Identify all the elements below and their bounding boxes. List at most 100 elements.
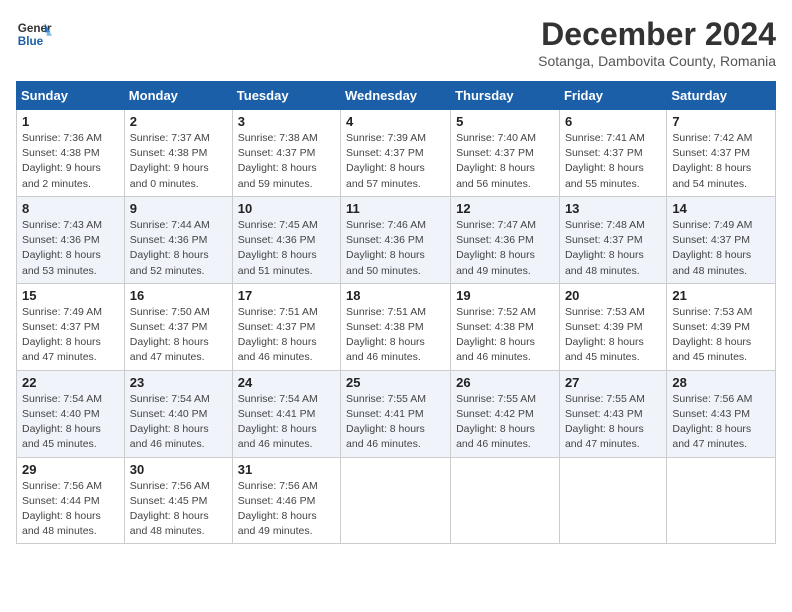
day-info: Sunrise: 7:44 AM Sunset: 4:36 PM Dayligh… — [130, 218, 227, 279]
day-info: Sunrise: 7:53 AM Sunset: 4:39 PM Dayligh… — [565, 305, 661, 366]
day-info: Sunrise: 7:54 AM Sunset: 4:41 PM Dayligh… — [238, 392, 335, 453]
day-number: 3 — [238, 114, 335, 129]
day-info: Sunrise: 7:42 AM Sunset: 4:37 PM Dayligh… — [672, 131, 770, 192]
title-block: December 2024 Sotanga, Dambovita County,… — [538, 16, 776, 69]
day-info: Sunrise: 7:49 AM Sunset: 4:37 PM Dayligh… — [22, 305, 119, 366]
day-number: 13 — [565, 201, 661, 216]
day-info: Sunrise: 7:36 AM Sunset: 4:38 PM Dayligh… — [22, 131, 119, 192]
calendar-cell: 31Sunrise: 7:56 AM Sunset: 4:46 PM Dayli… — [232, 457, 340, 544]
day-number: 27 — [565, 375, 661, 390]
calendar-cell: 27 Sunrise: 7:55 AM Sunset: 4:43 PM Dayli… — [559, 370, 666, 457]
day-number: 23 — [130, 375, 227, 390]
calendar-cell: 5 Sunrise: 7:40 AM Sunset: 4:37 PM Daylig… — [451, 110, 560, 197]
day-number: 5 — [456, 114, 554, 129]
calendar-cell: 22 Sunrise: 7:54 AM Sunset: 4:40 PM Dayli… — [17, 370, 125, 457]
day-info: Sunrise: 7:46 AM Sunset: 4:36 PM Dayligh… — [346, 218, 445, 279]
calendar-header-monday: Monday — [124, 82, 232, 110]
calendar-cell: 9 Sunrise: 7:44 AM Sunset: 4:36 PM Daylig… — [124, 196, 232, 283]
day-info: Sunrise: 7:38 AM Sunset: 4:37 PM Dayligh… — [238, 131, 335, 192]
day-number: 12 — [456, 201, 554, 216]
day-info: Sunrise: 7:52 AM Sunset: 4:38 PM Dayligh… — [456, 305, 554, 366]
day-number: 16 — [130, 288, 227, 303]
calendar-table: SundayMondayTuesdayWednesdayThursdayFrid… — [16, 81, 776, 544]
day-number: 10 — [238, 201, 335, 216]
calendar-cell — [559, 457, 666, 544]
day-number: 4 — [346, 114, 445, 129]
day-info: Sunrise: 7:48 AM Sunset: 4:37 PM Dayligh… — [565, 218, 661, 279]
calendar-cell: 7 Sunrise: 7:42 AM Sunset: 4:37 PM Daylig… — [667, 110, 776, 197]
day-info: Sunrise: 7:37 AM Sunset: 4:38 PM Dayligh… — [130, 131, 227, 192]
day-number: 19 — [456, 288, 554, 303]
calendar-cell: 17 Sunrise: 7:51 AM Sunset: 4:37 PM Dayli… — [232, 283, 340, 370]
day-number: 30 — [130, 462, 227, 477]
calendar-week-4: 22 Sunrise: 7:54 AM Sunset: 4:40 PM Dayli… — [17, 370, 776, 457]
calendar-header-friday: Friday — [559, 82, 666, 110]
day-info: Sunrise: 7:56 AM Sunset: 4:45 PM Dayligh… — [130, 479, 227, 540]
calendar-cell: 23Sunrise: 7:54 AM Sunset: 4:40 PM Dayli… — [124, 370, 232, 457]
day-info: Sunrise: 7:53 AM Sunset: 4:39 PM Dayligh… — [672, 305, 770, 366]
day-number: 14 — [672, 201, 770, 216]
day-info: Sunrise: 7:54 AM Sunset: 4:40 PM Dayligh… — [22, 392, 119, 453]
calendar-cell: 20 Sunrise: 7:53 AM Sunset: 4:39 PM Dayli… — [559, 283, 666, 370]
page-subtitle: Sotanga, Dambovita County, Romania — [538, 53, 776, 69]
day-number: 22 — [22, 375, 119, 390]
day-info: Sunrise: 7:43 AM Sunset: 4:36 PM Dayligh… — [22, 218, 119, 279]
day-info: Sunrise: 7:51 AM Sunset: 4:37 PM Dayligh… — [238, 305, 335, 366]
day-number: 2 — [130, 114, 227, 129]
calendar-cell: 28Sunrise: 7:56 AM Sunset: 4:43 PM Dayli… — [667, 370, 776, 457]
calendar-week-2: 8Sunrise: 7:43 AM Sunset: 4:36 PM Daylig… — [17, 196, 776, 283]
day-number: 20 — [565, 288, 661, 303]
day-number: 21 — [672, 288, 770, 303]
day-number: 7 — [672, 114, 770, 129]
day-info: Sunrise: 7:49 AM Sunset: 4:37 PM Dayligh… — [672, 218, 770, 279]
day-number: 1 — [22, 114, 119, 129]
day-info: Sunrise: 7:55 AM Sunset: 4:42 PM Dayligh… — [456, 392, 554, 453]
calendar-cell: 11 Sunrise: 7:46 AM Sunset: 4:36 PM Dayli… — [341, 196, 451, 283]
calendar-cell: 24 Sunrise: 7:54 AM Sunset: 4:41 PM Dayli… — [232, 370, 340, 457]
calendar-week-1: 1 Sunrise: 7:36 AM Sunset: 4:38 PM Daylig… — [17, 110, 776, 197]
calendar-cell: 12 Sunrise: 7:47 AM Sunset: 4:36 PM Dayli… — [451, 196, 560, 283]
day-number: 29 — [22, 462, 119, 477]
day-number: 17 — [238, 288, 335, 303]
day-info: Sunrise: 7:56 AM Sunset: 4:46 PM Dayligh… — [238, 479, 335, 540]
calendar-cell — [341, 457, 451, 544]
day-info: Sunrise: 7:56 AM Sunset: 4:43 PM Dayligh… — [672, 392, 770, 453]
calendar-cell: 21 Sunrise: 7:53 AM Sunset: 4:39 PM Dayli… — [667, 283, 776, 370]
calendar-cell: 30 Sunrise: 7:56 AM Sunset: 4:45 PM Dayli… — [124, 457, 232, 544]
calendar-header-wednesday: Wednesday — [341, 82, 451, 110]
day-info: Sunrise: 7:50 AM Sunset: 4:37 PM Dayligh… — [130, 305, 227, 366]
calendar-header-tuesday: Tuesday — [232, 82, 340, 110]
calendar-cell: 25 Sunrise: 7:55 AM Sunset: 4:41 PM Dayli… — [341, 370, 451, 457]
calendar-cell: 2 Sunrise: 7:37 AM Sunset: 4:38 PM Daylig… — [124, 110, 232, 197]
day-number: 25 — [346, 375, 445, 390]
calendar-cell: 26 Sunrise: 7:55 AM Sunset: 4:42 PM Dayli… — [451, 370, 560, 457]
page-header: General Blue December 2024 Sotanga, Damb… — [16, 16, 776, 69]
day-number: 11 — [346, 201, 445, 216]
calendar-cell: 4Sunrise: 7:39 AM Sunset: 4:37 PM Daylig… — [341, 110, 451, 197]
day-info: Sunrise: 7:40 AM Sunset: 4:37 PM Dayligh… — [456, 131, 554, 192]
day-number: 6 — [565, 114, 661, 129]
calendar-cell: 13 Sunrise: 7:48 AM Sunset: 4:37 PM Dayli… — [559, 196, 666, 283]
calendar-cell: 6Sunrise: 7:41 AM Sunset: 4:37 PM Daylig… — [559, 110, 666, 197]
day-number: 24 — [238, 375, 335, 390]
calendar-cell: 19 Sunrise: 7:52 AM Sunset: 4:38 PM Dayli… — [451, 283, 560, 370]
calendar-cell: 8Sunrise: 7:43 AM Sunset: 4:36 PM Daylig… — [17, 196, 125, 283]
calendar-cell: 15Sunrise: 7:49 AM Sunset: 4:37 PM Dayli… — [17, 283, 125, 370]
calendar-cell: 1 Sunrise: 7:36 AM Sunset: 4:38 PM Daylig… — [17, 110, 125, 197]
calendar-header-saturday: Saturday — [667, 82, 776, 110]
calendar-header-thursday: Thursday — [451, 82, 560, 110]
day-info: Sunrise: 7:55 AM Sunset: 4:43 PM Dayligh… — [565, 392, 661, 453]
calendar-cell: 16 Sunrise: 7:50 AM Sunset: 4:37 PM Dayli… — [124, 283, 232, 370]
calendar-cell: 10Sunrise: 7:45 AM Sunset: 4:36 PM Dayli… — [232, 196, 340, 283]
day-info: Sunrise: 7:55 AM Sunset: 4:41 PM Dayligh… — [346, 392, 445, 453]
calendar-header-row: SundayMondayTuesdayWednesdayThursdayFrid… — [17, 82, 776, 110]
page-title: December 2024 — [538, 16, 776, 53]
logo-icon: General Blue — [16, 16, 52, 52]
calendar-cell: 29 Sunrise: 7:56 AM Sunset: 4:44 PM Dayli… — [17, 457, 125, 544]
calendar-cell: 14 Sunrise: 7:49 AM Sunset: 4:37 PM Dayli… — [667, 196, 776, 283]
calendar-cell — [667, 457, 776, 544]
day-info: Sunrise: 7:56 AM Sunset: 4:44 PM Dayligh… — [22, 479, 119, 540]
day-info: Sunrise: 7:47 AM Sunset: 4:36 PM Dayligh… — [456, 218, 554, 279]
day-number: 26 — [456, 375, 554, 390]
day-number: 9 — [130, 201, 227, 216]
